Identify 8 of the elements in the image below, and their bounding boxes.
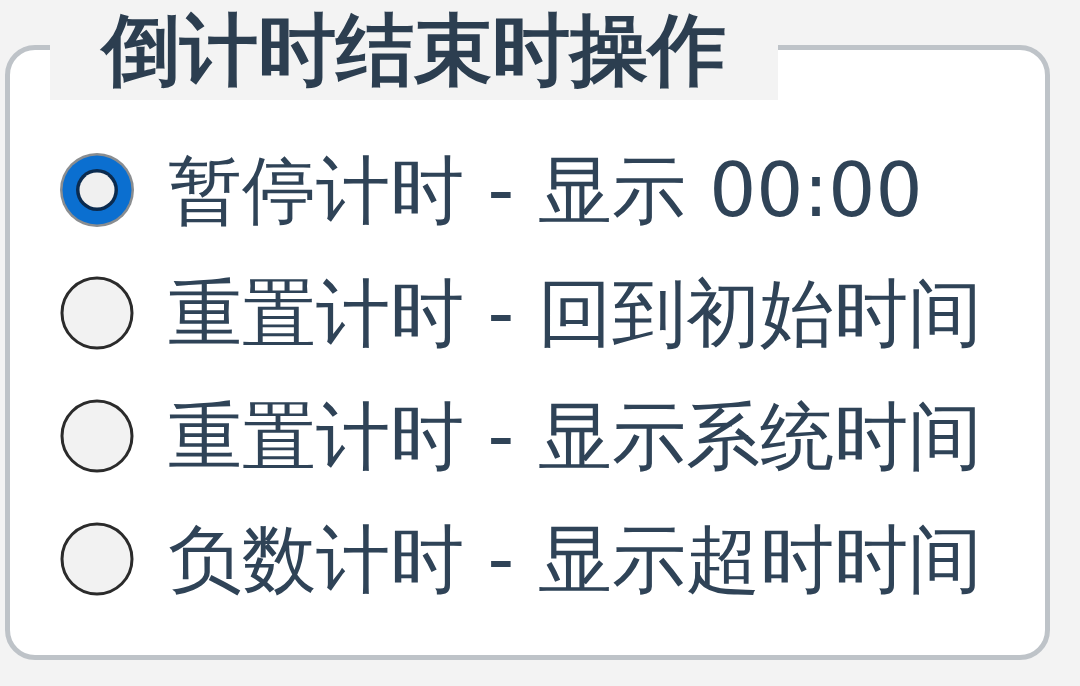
radio-button[interactable] xyxy=(60,398,134,473)
option-label[interactable]: 负数计时 - 显示超时时间 xyxy=(168,521,982,596)
option-label[interactable]: 重置计时 - 显示系统时间 xyxy=(168,398,982,473)
option-label[interactable]: 重置计时 - 回到初始时间 xyxy=(168,275,982,350)
radio-button[interactable] xyxy=(60,152,134,227)
radio-button[interactable] xyxy=(60,275,134,350)
radio-button[interactable] xyxy=(60,521,134,596)
option-label[interactable]: 暂停计时 - 显示 00:00 xyxy=(168,152,923,227)
